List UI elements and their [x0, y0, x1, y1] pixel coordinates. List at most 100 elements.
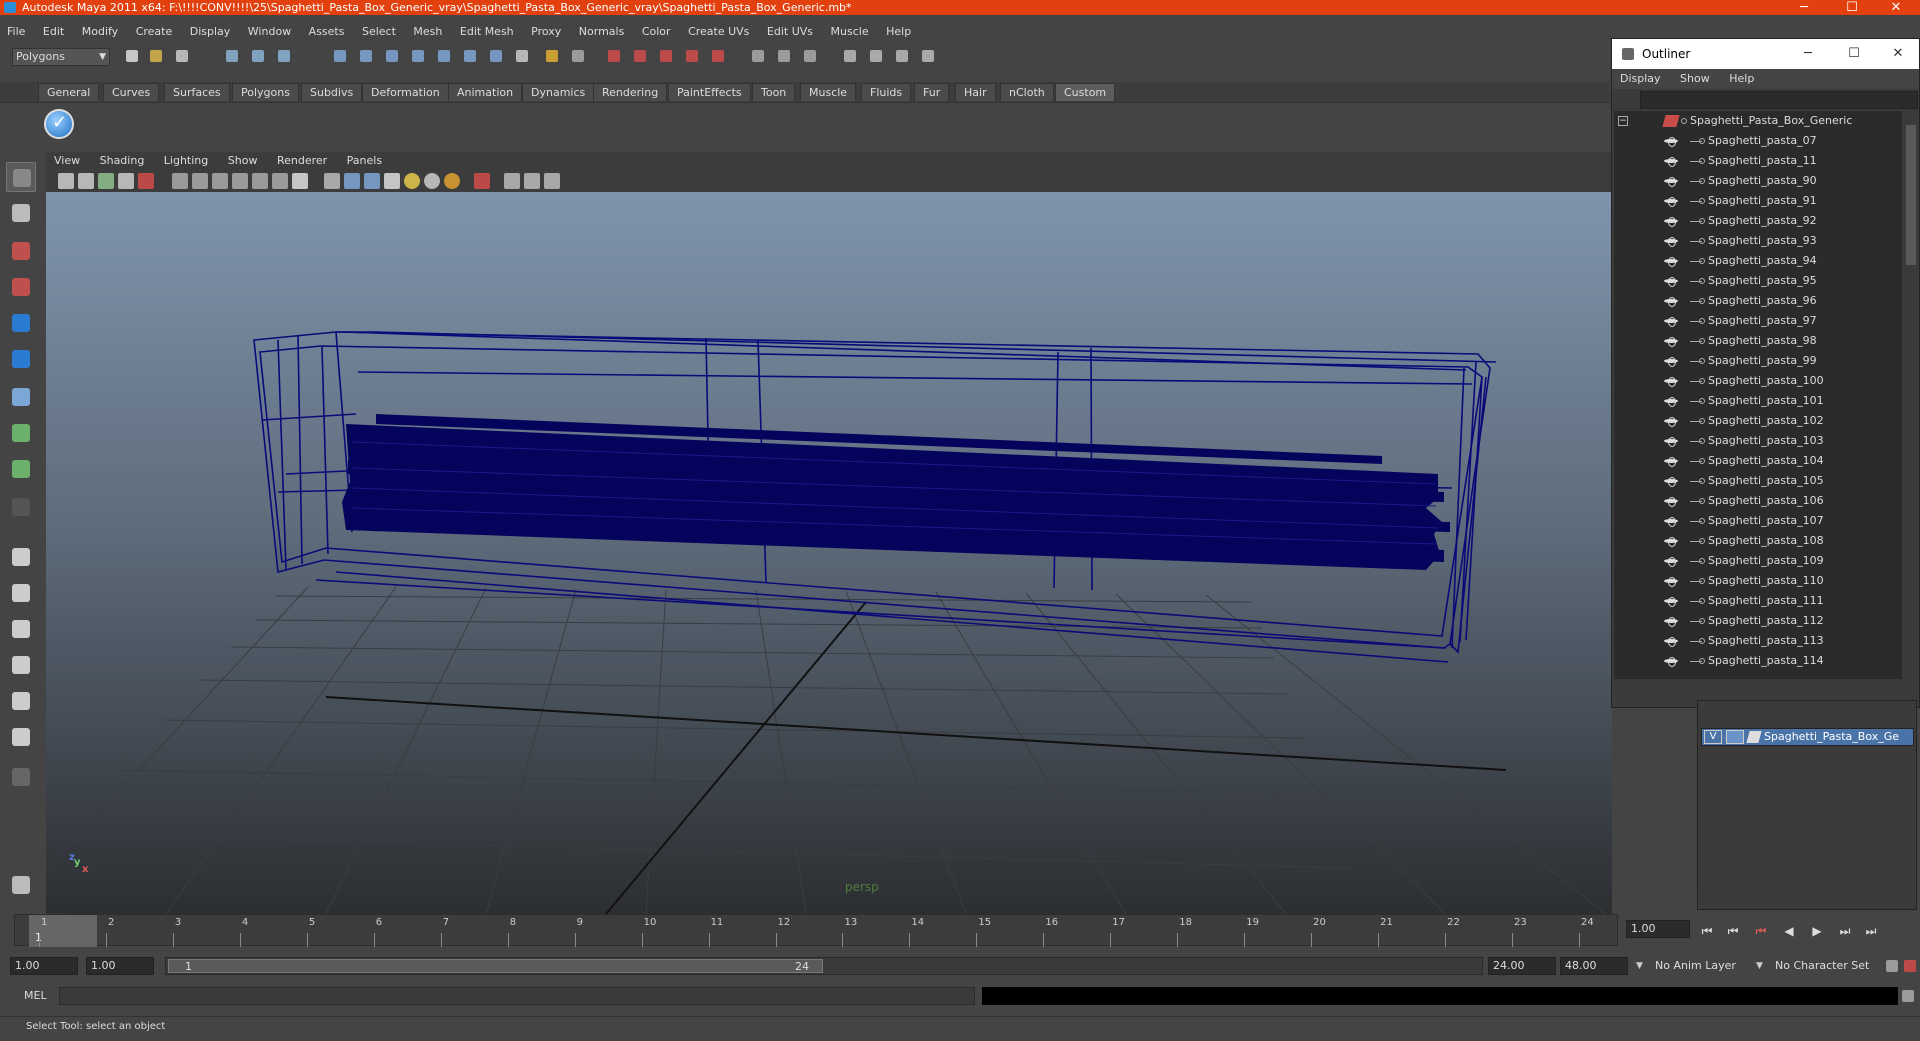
open-scene-icon[interactable]	[146, 46, 166, 66]
tab-subdivs[interactable]: Subdivs	[301, 83, 363, 101]
default-light-icon[interactable]	[404, 173, 420, 189]
select-object-icon[interactable]	[248, 46, 268, 66]
tool-settings-icon[interactable]	[774, 46, 794, 66]
menu-help[interactable]: Help	[879, 22, 918, 42]
step-forward-key-icon[interactable]: ⏭	[1836, 922, 1854, 940]
outliner-item[interactable]: Spaghetti_pasta_111	[1614, 591, 1902, 611]
anim-layer-dropdown[interactable]: ▼ No Anim Layer	[1636, 957, 1750, 975]
outliner-menu-help[interactable]: Help	[1721, 69, 1762, 89]
outliner-item[interactable]: Spaghetti_pasta_100	[1614, 371, 1902, 391]
outliner-item[interactable]: Spaghetti_pasta_110	[1614, 571, 1902, 591]
current-time-field[interactable]: 1.00	[1626, 920, 1690, 938]
panel-menu-renderer[interactable]: Renderer	[269, 152, 335, 170]
minimize-icon[interactable]: ─	[1784, 0, 1824, 15]
outliner-close-icon[interactable]: ✕	[1878, 39, 1918, 69]
safe-title-icon[interactable]	[292, 173, 308, 189]
layer-color-icon[interactable]	[1746, 731, 1762, 743]
end-time-field[interactable]: 48.00	[1560, 957, 1628, 975]
tab-muscle[interactable]: Muscle	[800, 83, 857, 101]
safe-action-icon[interactable]	[272, 173, 288, 189]
tab-rendering[interactable]: Rendering	[593, 83, 668, 101]
isolate-select-icon[interactable]	[474, 173, 490, 189]
tab-custom[interactable]: Custom	[1055, 83, 1116, 101]
play-backward-icon[interactable]: ◀	[1780, 922, 1798, 940]
outliner-item[interactable]: Spaghetti_pasta_99	[1614, 351, 1902, 371]
grid-toggle-icon[interactable]	[172, 173, 188, 189]
checkmark-icon[interactable]	[44, 109, 74, 139]
tab-curves[interactable]: Curves	[103, 83, 160, 101]
outliner-item[interactable]: Spaghetti_pasta_93	[1614, 231, 1902, 251]
layer-visibility-toggle[interactable]: V	[1704, 730, 1722, 744]
key-icon[interactable]	[1882, 956, 1902, 976]
menu-file[interactable]: File	[0, 22, 32, 42]
rotate-tool-icon[interactable]	[6, 308, 36, 338]
mel-command-input[interactable]	[59, 987, 975, 1005]
scale-tool-icon[interactable]	[6, 344, 36, 374]
show-manipulator-icon[interactable]	[6, 454, 36, 484]
menu-select[interactable]: Select	[355, 22, 403, 42]
menu-edit[interactable]: Edit	[36, 22, 71, 42]
tab-general[interactable]: General	[38, 83, 100, 101]
hand-icon[interactable]	[6, 870, 36, 900]
script-layout-icon[interactable]	[918, 46, 938, 66]
ipr-render-icon[interactable]	[630, 46, 650, 66]
step-back-key-icon[interactable]: ⏮	[1724, 922, 1742, 940]
textured-icon[interactable]	[384, 173, 400, 189]
snap-curve-icon[interactable]	[356, 46, 376, 66]
character-set-dropdown[interactable]: ▼ No Character Set	[1756, 957, 1882, 975]
outliner-item[interactable]: Spaghetti_pasta_92	[1614, 211, 1902, 231]
maximize-icon[interactable]: ☐	[1832, 0, 1872, 15]
lasso-tool-icon[interactable]	[6, 198, 36, 228]
resolution-gate-icon[interactable]	[212, 173, 228, 189]
outliner-maximize-icon[interactable]: ☐	[1834, 39, 1874, 69]
command-language-label[interactable]: MEL	[24, 988, 47, 1004]
animation-preferences-icon[interactable]	[1900, 956, 1920, 976]
shadows-icon[interactable]	[444, 173, 460, 189]
two-d-pan-zoom-icon[interactable]	[138, 173, 154, 189]
help-icon[interactable]	[512, 46, 532, 66]
wireframe-icon[interactable]	[324, 173, 340, 189]
snap-live-icon[interactable]	[486, 46, 506, 66]
outliner-menu-show[interactable]: Show	[1672, 69, 1718, 89]
tab-polygons[interactable]: Polygons	[232, 83, 299, 101]
menu-normals[interactable]: Normals	[572, 22, 632, 42]
outliner-item[interactable]: Spaghetti_pasta_102	[1614, 411, 1902, 431]
all-lights-icon[interactable]	[424, 173, 440, 189]
xray-joints-icon[interactable]	[524, 173, 540, 189]
panel-layout-icon[interactable]	[840, 46, 860, 66]
camera-select-icon[interactable]	[58, 173, 74, 189]
attribute-editor-icon[interactable]	[748, 46, 768, 66]
tab-animation[interactable]: Animation	[448, 83, 523, 101]
persp-outliner-layout-icon[interactable]	[6, 614, 36, 644]
go-to-end-icon[interactable]: ⏭	[1862, 922, 1880, 940]
step-back-frame-icon[interactable]: ⏮	[1752, 922, 1770, 940]
panel-menu-view[interactable]: View	[46, 152, 88, 170]
display-layer-row[interactable]: V Spaghetti_Pasta_Box_Ge	[1701, 728, 1914, 746]
field-chart-icon[interactable]	[252, 173, 268, 189]
outliner-root-item[interactable]: − Spaghetti_Pasta_Box_Generic	[1614, 111, 1902, 131]
outliner-item[interactable]: Spaghetti_pasta_96	[1614, 291, 1902, 311]
collapse-icon[interactable]: −	[1618, 116, 1628, 126]
layout-options-icon[interactable]	[6, 762, 36, 792]
layer-horizontal-scrollbar[interactable]	[1701, 890, 1913, 904]
persp-graph-layout-icon[interactable]	[6, 650, 36, 680]
graph-layout-icon[interactable]	[892, 46, 912, 66]
time-slider-track[interactable]: 1 12345678910111213141516171819202122232…	[14, 914, 1618, 947]
menu-mesh[interactable]: Mesh	[406, 22, 449, 42]
menu-color[interactable]: Color	[635, 22, 678, 42]
tab-toon[interactable]: Toon	[752, 83, 796, 101]
select-tool-icon[interactable]	[6, 162, 36, 192]
menu-assets[interactable]: Assets	[302, 22, 352, 42]
menu-create-uvs[interactable]: Create UVs	[681, 22, 756, 42]
snap-point-icon[interactable]	[382, 46, 402, 66]
xray-icon[interactable]	[504, 173, 520, 189]
snap-surface-icon[interactable]	[434, 46, 454, 66]
outliner-item[interactable]: Spaghetti_pasta_114	[1614, 651, 1902, 671]
tab-fur[interactable]: Fur	[914, 83, 950, 101]
outliner-filter-field[interactable]	[1640, 91, 1918, 109]
high-quality-icon[interactable]	[544, 173, 560, 189]
playback-start-field[interactable]: 1.00	[86, 957, 154, 975]
go-to-start-icon[interactable]: ⏮	[1698, 922, 1716, 940]
smooth-shade-icon[interactable]	[344, 173, 360, 189]
viewport-canvas[interactable]: y x z persp	[0, 192, 1612, 953]
